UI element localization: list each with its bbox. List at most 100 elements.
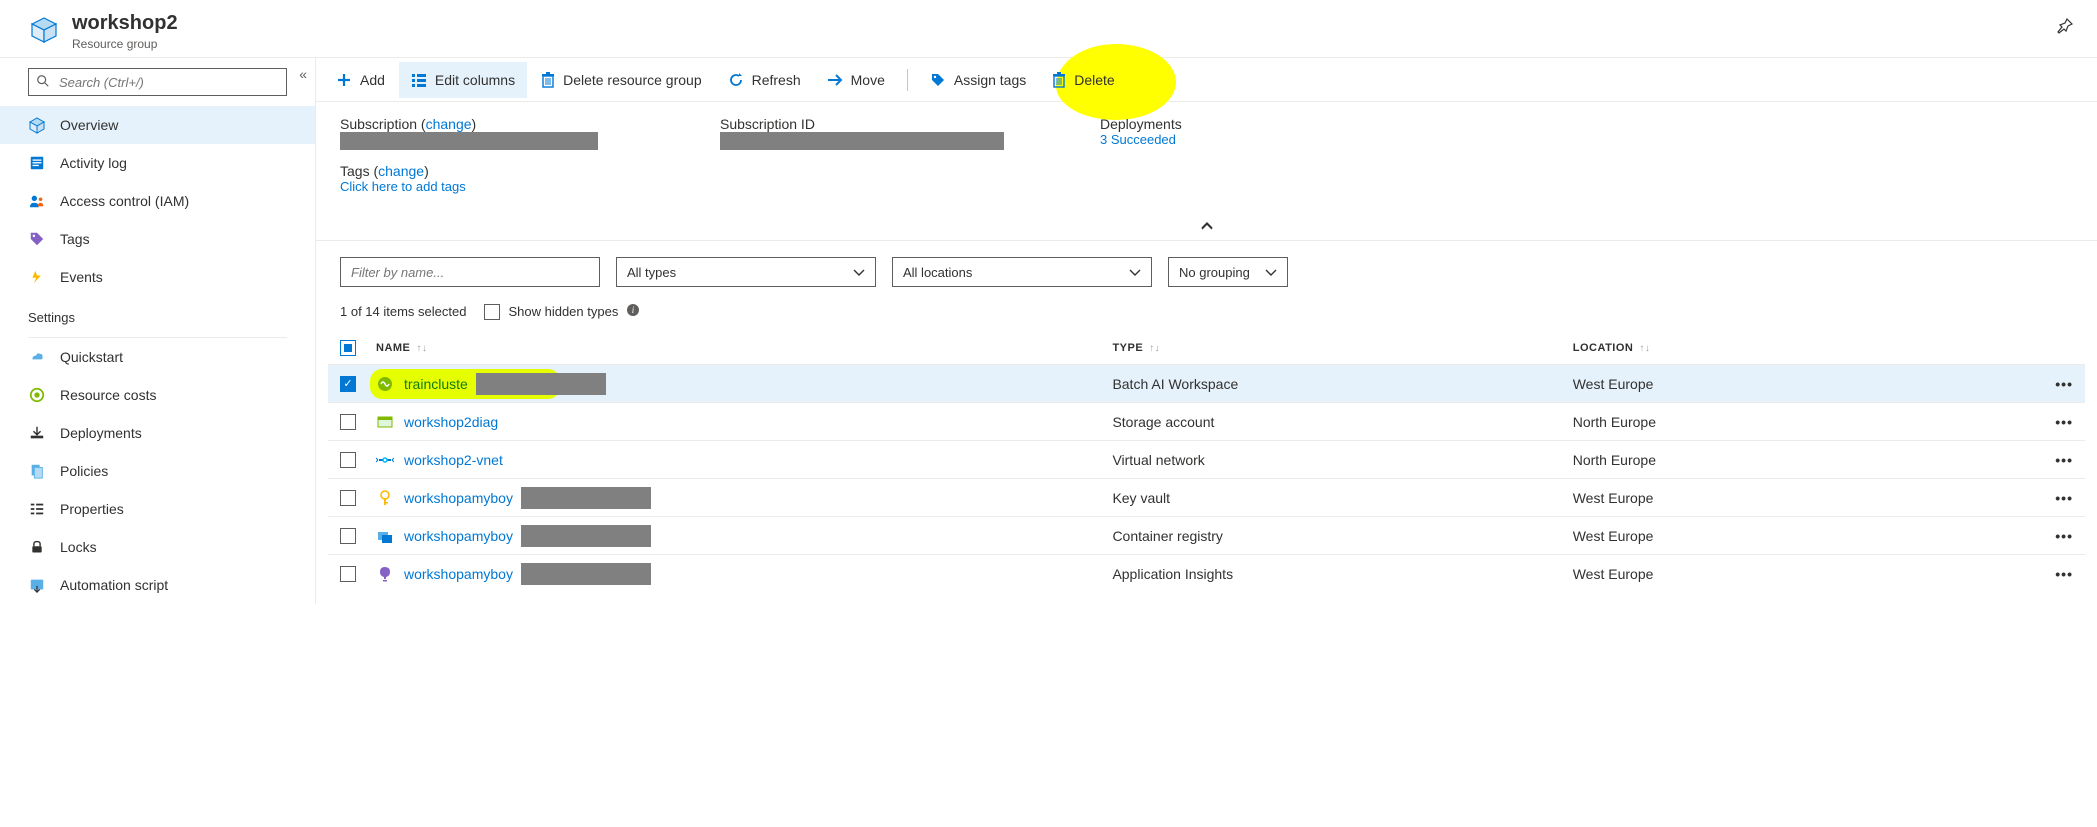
select-value: All locations	[903, 265, 972, 280]
resource-type-icon	[376, 451, 394, 469]
nav-automation-script[interactable]: Automation script	[0, 566, 315, 604]
table-row[interactable]: ✓trainclusteBatch AI WorkspaceWest Europ…	[328, 364, 2085, 402]
table-row[interactable]: workshopamyboyApplication InsightsWest E…	[328, 554, 2085, 592]
nav-deployments[interactable]: Deployments	[0, 414, 315, 452]
resource-name-cell[interactable]: workshop2diag	[376, 413, 1112, 431]
essentials-collapse-toggle[interactable]	[316, 214, 2097, 241]
resource-name-cell[interactable]: workshopamyboy	[376, 563, 1112, 585]
select-all-checkbox[interactable]	[340, 340, 356, 356]
costs-icon	[28, 386, 46, 404]
redacted-name-part	[476, 373, 606, 395]
resource-type-icon	[376, 489, 394, 507]
page-header: workshop2 Resource group	[0, 0, 2097, 58]
subscription-value-redacted	[340, 132, 598, 150]
page-title: workshop2	[72, 12, 178, 35]
resource-name-cell[interactable]: traincluste	[376, 373, 1112, 395]
resource-type: Key vault	[1112, 490, 1572, 506]
nav-tags[interactable]: Tags	[0, 220, 315, 258]
essentials-panel: Subscription (change) Subscription ID De…	[316, 102, 2097, 214]
resources-table: Name↑↓ Type↑↓ Location↑↓ ✓ trainclusteBat…	[328, 332, 2085, 592]
resource-type-icon	[376, 413, 394, 431]
table-row[interactable]: workshopamyboyKey vaultWest Europe•••	[328, 478, 2085, 516]
resource-location: West Europe	[1573, 528, 2033, 544]
resource-type: Container registry	[1112, 528, 1572, 544]
toolbar: Add Edit columns Delete resource group R…	[316, 58, 2097, 102]
nav-label: Locks	[60, 539, 97, 555]
access-control-icon	[28, 192, 46, 210]
resource-name-cell[interactable]: workshopamyboy	[376, 525, 1112, 547]
row-checkbox[interactable]	[340, 452, 356, 468]
delete-resource-group-button[interactable]: Delete resource group	[529, 62, 714, 98]
nav-access-control[interactable]: Access control (IAM)	[0, 182, 315, 220]
nav-activity-log[interactable]: Activity log	[0, 144, 315, 182]
deployments-link[interactable]: 3 Succeeded	[1100, 132, 1400, 147]
nav-policies[interactable]: Policies	[0, 452, 315, 490]
move-button[interactable]: Move	[815, 62, 897, 98]
filter-locations-select[interactable]: All locations	[892, 257, 1152, 287]
header-type[interactable]: Type↑↓	[1112, 342, 1572, 354]
tag-icon	[28, 230, 46, 248]
header-name[interactable]: Name↑↓	[376, 342, 1112, 354]
row-context-menu[interactable]: •••	[2033, 566, 2073, 582]
nav-properties[interactable]: Properties	[0, 490, 315, 528]
row-checkbox[interactable]: ✓	[340, 376, 356, 392]
status-row: 1 of 14 items selected Show hidden types…	[316, 297, 2097, 326]
resource-type: Batch AI Workspace	[1112, 376, 1572, 392]
resource-location: North Europe	[1573, 452, 2033, 468]
sort-icon: ↑↓	[1149, 343, 1160, 354]
row-checkbox[interactable]	[340, 490, 356, 506]
nav-overview[interactable]: Overview	[0, 106, 315, 144]
select-value: No grouping	[1179, 265, 1250, 280]
subscription-label: Subscription (change)	[340, 116, 640, 132]
show-hidden-label: Show hidden types	[508, 304, 618, 319]
search-icon	[36, 74, 50, 91]
sidebar-collapse-icon[interactable]: «	[299, 66, 307, 82]
resource-type: Virtual network	[1112, 452, 1572, 468]
resource-name-cell[interactable]: workshop2-vnet	[376, 451, 1112, 469]
delete-button[interactable]: Delete	[1040, 62, 1126, 98]
nav-events[interactable]: Events	[0, 258, 315, 296]
nav-quickstart[interactable]: Quickstart	[0, 338, 315, 376]
info-icon[interactable]: i	[626, 303, 640, 320]
table-row[interactable]: workshop2diagStorage accountNorth Europe…	[328, 402, 2085, 440]
nav-locks[interactable]: Locks	[0, 528, 315, 566]
pin-icon[interactable]	[2057, 18, 2073, 37]
row-checkbox[interactable]	[340, 414, 356, 430]
change-subscription-link[interactable]: change	[426, 116, 472, 132]
policies-icon	[28, 462, 46, 480]
row-context-menu[interactable]: •••	[2033, 490, 2073, 506]
nav-label: Events	[60, 269, 103, 285]
show-hidden-checkbox[interactable]	[484, 304, 500, 320]
nav-label: Access control (IAM)	[60, 193, 189, 209]
change-tags-link[interactable]: change	[378, 163, 424, 179]
table-row[interactable]: workshop2-vnetVirtual networkNorth Europ…	[328, 440, 2085, 478]
row-checkbox[interactable]	[340, 528, 356, 544]
row-context-menu[interactable]: •••	[2033, 528, 2073, 544]
chevron-down-icon	[853, 265, 865, 280]
sidebar-search-input[interactable]	[28, 68, 287, 96]
nav-label: Quickstart	[60, 349, 123, 365]
resource-type-icon	[376, 527, 394, 545]
button-label: Assign tags	[954, 72, 1026, 88]
resource-group-icon	[28, 116, 46, 134]
filter-grouping-select[interactable]: No grouping	[1168, 257, 1288, 287]
nav-resource-costs[interactable]: Resource costs	[0, 376, 315, 414]
resource-name-cell[interactable]: workshopamyboy	[376, 487, 1112, 509]
assign-tags-button[interactable]: Assign tags	[918, 62, 1038, 98]
table-row[interactable]: workshopamyboyContainer registryWest Eur…	[328, 516, 2085, 554]
filter-name-input[interactable]	[340, 257, 600, 287]
row-checkbox[interactable]	[340, 566, 356, 582]
filter-types-select[interactable]: All types	[616, 257, 876, 287]
refresh-button[interactable]: Refresh	[716, 62, 813, 98]
add-tags-link[interactable]: Click here to add tags	[340, 179, 640, 194]
events-icon	[28, 268, 46, 286]
header-location[interactable]: Location↑↓	[1573, 342, 2033, 354]
resource-name: workshop2diag	[404, 414, 498, 430]
row-context-menu[interactable]: •••	[2033, 414, 2073, 430]
trash-icon	[541, 72, 555, 88]
row-context-menu[interactable]: •••	[2033, 376, 2073, 392]
resource-location: North Europe	[1573, 414, 2033, 430]
add-button[interactable]: Add	[324, 62, 397, 98]
edit-columns-button[interactable]: Edit columns	[399, 62, 527, 98]
row-context-menu[interactable]: •••	[2033, 452, 2073, 468]
